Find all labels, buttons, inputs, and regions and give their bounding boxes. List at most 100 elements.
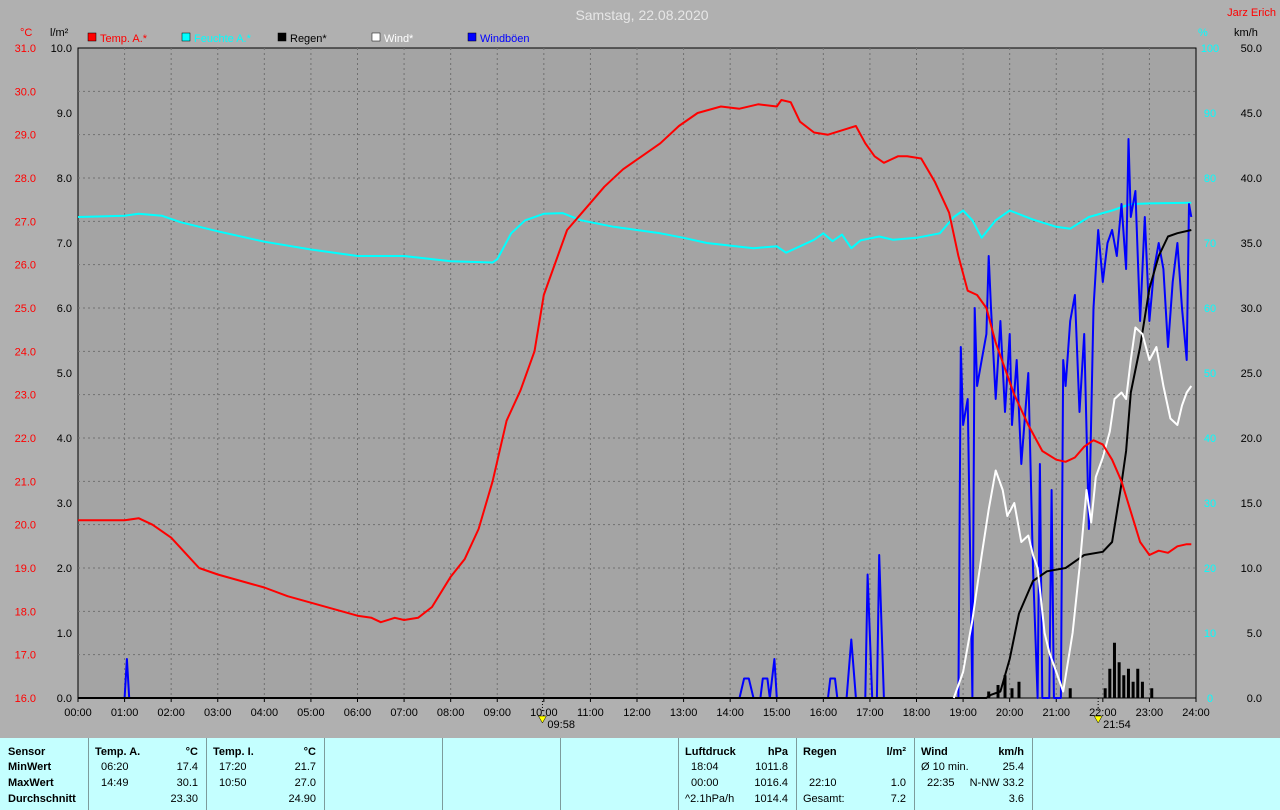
humidity-tick-label: 40 <box>1204 433 1216 445</box>
stats-rain-column: Regen l/m² 22:10 1.0 Gesamt: 7.2 <box>796 738 914 810</box>
chart-legend: Temp. A.* Feuchte A.* Regen* Wind* Windböen <box>87 32 530 45</box>
legend-swatch <box>371 32 381 42</box>
rain-bar <box>1140 681 1144 698</box>
temp-tick-label: 27.0 <box>15 216 36 228</box>
wind-tick-label: 20.0 <box>1241 433 1262 445</box>
time-tick-label: 09:00 <box>483 707 511 719</box>
temp-i-max-time: 10:50 <box>219 777 247 789</box>
stats-empty-column-1 <box>324 738 442 810</box>
humidity-tick-label: 70 <box>1204 238 1216 250</box>
rain-tick-label: 5.0 <box>57 368 72 380</box>
temp-tick-label: 21.0 <box>15 476 36 488</box>
pressure-max-value: 1016.4 <box>754 777 788 789</box>
time-tick-label: 14:00 <box>716 707 744 719</box>
temp-a-min-value: 17.4 <box>176 761 198 773</box>
rain-max-time: 22:10 <box>809 777 837 789</box>
temp-tick-label: 30.0 <box>15 86 36 98</box>
rain-bar <box>1017 681 1021 698</box>
rain-tick-label: 1.0 <box>57 628 72 640</box>
wind-tick-label: 0.0 <box>1247 693 1262 705</box>
temp-i-header: Temp. I. <box>213 746 254 758</box>
wind-tick-label: 15.0 <box>1241 498 1262 510</box>
time-tick-label: 06:00 <box>344 707 372 719</box>
pressure-max-time: 00:00 <box>691 777 719 789</box>
temp-i-max-value: 27.0 <box>294 777 316 789</box>
pressure-avg-value: 1014.4 <box>754 793 788 805</box>
temp-i-unit: °C <box>303 746 316 758</box>
rain-bar <box>1112 642 1116 698</box>
wind-header: Wind <box>921 746 948 758</box>
temp-tick-label: 23.0 <box>15 390 36 402</box>
rain-axis-unit: l/m² <box>50 27 69 39</box>
stats-empty-column-2 <box>442 738 560 810</box>
humidity-tick-label: 60 <box>1204 303 1216 315</box>
temp-i-min-value: 21.7 <box>294 761 316 773</box>
pressure-trend-label: ^2.1hPa/h <box>685 793 735 805</box>
rain-total-value: 7.2 <box>890 793 906 805</box>
stats-empty-column-3 <box>560 738 678 810</box>
rain-bar <box>1122 675 1126 698</box>
time-tick-label: 22:00 <box>1089 707 1117 719</box>
weather-chart: Samstag, 22.08.2020 Jarz Erich °C l/m² %… <box>15 7 1276 731</box>
time-tick-label: 12:00 <box>623 707 651 719</box>
wind-tick-label: 40.0 <box>1241 173 1262 185</box>
wind-max-time: 22:35 <box>927 777 955 789</box>
wind-avg-value: 25.4 <box>1002 761 1024 773</box>
wind-tick-label: 45.0 <box>1241 108 1262 120</box>
legend-swatch <box>181 32 191 42</box>
rain-total-label: Gesamt: <box>803 793 845 805</box>
rain-tick-label: 8.0 <box>57 173 72 185</box>
temp-tick-label: 29.0 <box>15 130 36 142</box>
rain-tick-label: 7.0 <box>57 238 72 250</box>
time-tick-label: 05:00 <box>297 707 325 719</box>
temp-tick-label: 25.0 <box>15 303 36 315</box>
wind-tick-label: 25.0 <box>1241 368 1262 380</box>
legend-label: Feuchte A.* <box>194 33 252 45</box>
time-tick-label: 15:00 <box>763 707 791 719</box>
wind-tick-label: 35.0 <box>1241 238 1262 250</box>
rain-bar <box>1150 688 1154 698</box>
pressure-header: Luftdruck <box>685 746 736 758</box>
temp-a-max-value: 30.1 <box>176 777 198 789</box>
temp-tick-label: 26.0 <box>15 260 36 272</box>
rain-unit: l/m² <box>886 746 906 758</box>
chart-title: Samstag, 22.08.2020 <box>575 7 708 23</box>
rain-tick-label: 6.0 <box>57 303 72 315</box>
humidity-tick-label: 30 <box>1204 498 1216 510</box>
time-tick-label: 19:00 <box>949 707 977 719</box>
legend-label: Windböen <box>480 33 530 45</box>
legend-swatch <box>87 32 97 42</box>
temp-tick-label: 19.0 <box>15 563 36 575</box>
stats-wind-column: Wind km/h Ø 10 min. 25.4 22:35 N-NW 33.2… <box>914 738 1032 810</box>
temp-axis-unit: °C <box>20 27 32 39</box>
time-tick-label: 16:00 <box>810 707 838 719</box>
author-label: Jarz Erich <box>1227 7 1276 19</box>
temp-tick-label: 18.0 <box>15 606 36 618</box>
legend-swatch <box>467 32 477 42</box>
rain-bar <box>1103 688 1107 698</box>
time-tick-label: 03:00 <box>204 707 232 719</box>
rain-bar <box>1108 668 1112 698</box>
time-tick-label: 00:00 <box>64 707 92 719</box>
stats-pressure-column: Luftdruck hPa 18:04 1011.8 00:00 1016.4 … <box>678 738 796 810</box>
wind-tick-label: 30.0 <box>1241 303 1262 315</box>
temp-a-header: Temp. A. <box>95 746 141 758</box>
time-tick-label: 04:00 <box>251 707 279 719</box>
legend-label: Regen* <box>290 33 327 45</box>
rain-tick-label: 0.0 <box>57 693 72 705</box>
stats-empty-column-4 <box>1032 738 1280 810</box>
temp-a-min-time: 06:20 <box>101 761 129 773</box>
time-tick-label: 01:00 <box>111 707 139 719</box>
temp-tick-label: 22.0 <box>15 433 36 445</box>
time-tick-label: 07:00 <box>390 707 418 719</box>
temp-a-avg-value: 23.30 <box>170 793 198 805</box>
stats-temp-a-column: Temp. A. °C 06:20 17.4 14:49 30.1 23.30 <box>88 738 206 810</box>
sun-marker-icon <box>538 715 547 724</box>
time-tick-label: 17:00 <box>856 707 884 719</box>
max-row-label: MaxWert <box>8 777 54 789</box>
wind-unit: km/h <box>998 746 1024 758</box>
wind-max-value: N-NW 33.2 <box>969 777 1024 789</box>
temp-tick-label: 28.0 <box>15 173 36 185</box>
time-tick-label: 11:00 <box>577 707 604 719</box>
wind-tick-label: 5.0 <box>1247 628 1262 640</box>
